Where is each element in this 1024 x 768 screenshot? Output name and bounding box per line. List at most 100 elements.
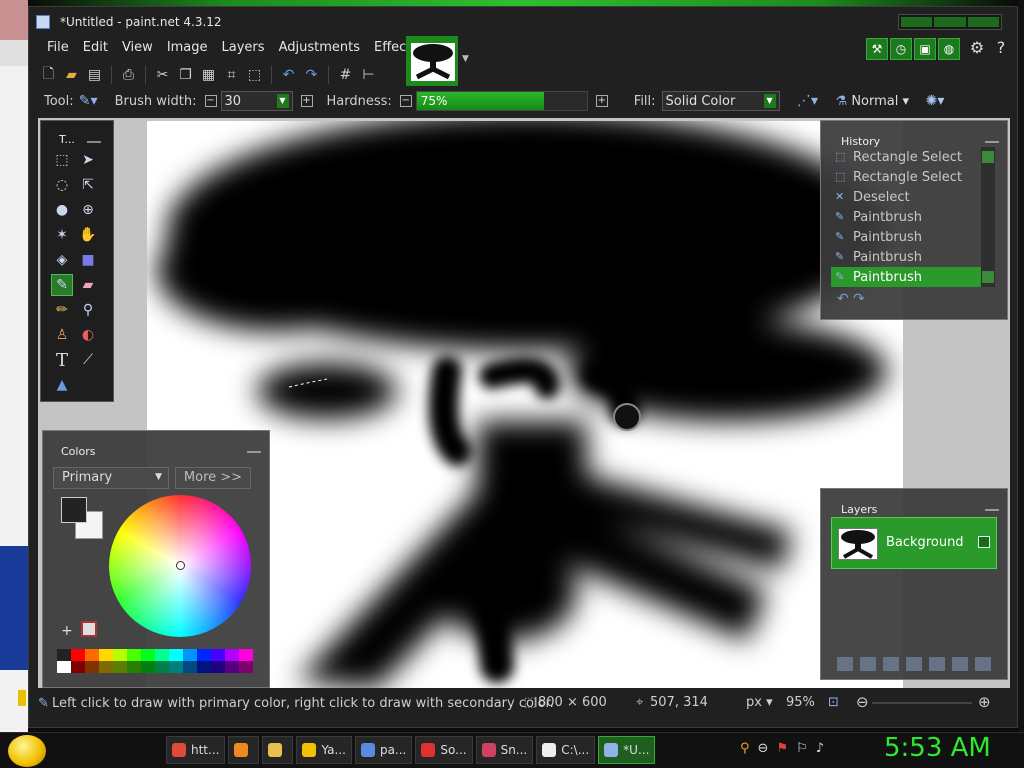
zoom-in-icon[interactable]: ⊕ [978,693,991,711]
brush-width-decrease-button[interactable]: − [204,95,217,107]
taskbar-button[interactable]: So... [415,736,473,764]
move-selected-tool-icon[interactable]: ➤ [77,149,99,171]
search-icon[interactable]: ⚲ [740,741,750,756]
fill-mode-select[interactable]: Solid Color ▼ [661,91,780,111]
brush-width-dropdown-icon[interactable]: ▼ [276,94,289,108]
colors-toggle-icon[interactable]: ◍ [938,38,960,60]
history-item[interactable]: ✎ Paintbrush [831,267,989,287]
close-button[interactable] [967,17,999,27]
color-wheel-selector[interactable] [176,561,185,570]
save-icon[interactable]: ▤ [86,67,103,84]
duplicate-layer-icon[interactable] [883,657,899,671]
minimize-button[interactable] [901,17,933,27]
deselect-icon[interactable]: ⬚ [246,67,263,84]
taskbar-button[interactable] [262,736,294,764]
add-to-palette-icon[interactable]: + [61,623,77,639]
layer-item[interactable]: Background [831,517,997,569]
paint-bucket-tool-icon[interactable]: ◈ [51,249,73,271]
color-picker-tool-icon[interactable]: ⚲ [77,299,99,321]
window-controls[interactable] [898,14,1002,30]
text-tool-icon[interactable]: T [51,349,73,371]
menu-edit[interactable]: Edit [76,38,115,62]
pencil-tool-icon[interactable]: ✏ [51,299,73,321]
history-item[interactable]: ⬚ Rectangle Select [831,147,989,167]
brush-width-increase-button[interactable]: + [300,95,313,107]
crop-icon[interactable]: ⌗ [223,67,240,84]
fill-dropdown-icon[interactable]: ▼ [763,94,776,108]
pan-tool-icon[interactable]: ✋ [77,224,99,246]
taskbar-button[interactable]: *U... [598,736,656,764]
print-icon[interactable]: ⎙ [120,67,137,84]
move-layer-up-icon[interactable] [929,657,945,671]
image-list-dropdown-icon[interactable]: ▼ [462,54,472,64]
scroll-down-icon[interactable] [982,271,994,283]
zoom-to-window-icon[interactable]: ⊡ [828,695,839,710]
merge-layer-down-icon[interactable] [906,657,922,671]
taskbar-button[interactable]: pa... [354,736,413,764]
add-layer-icon[interactable] [837,657,853,671]
zoom-level[interactable]: 95% [786,695,815,710]
open-file-icon[interactable]: ▰ [63,67,80,84]
zoom-slider[interactable] [872,702,972,704]
shapes-tool-icon[interactable]: ▲ [51,374,73,396]
hardness-increase-button[interactable]: + [595,95,608,107]
clone-stamp-tool-icon[interactable]: ♙ [51,324,73,346]
move-layer-down-icon[interactable] [952,657,968,671]
color-mode-select[interactable]: Primary ▼ [53,467,169,489]
more-colors-button[interactable]: More >> [175,467,251,489]
color-palette[interactable] [57,649,253,673]
current-tool-paintbrush-icon[interactable]: ✎▾ [79,93,98,110]
layer-visibility-checkbox[interactable] [978,536,990,548]
taskbar-button[interactable]: Ya... [296,736,352,764]
magic-wand-tool-icon[interactable]: ✶ [51,224,73,246]
zoom-out-icon[interactable]: ⊖ [856,693,869,711]
image-tab-thumbnail[interactable] [406,36,458,86]
menu-file[interactable]: File [40,38,76,62]
redo-icon[interactable]: ↷ [303,67,320,84]
undo-icon[interactable]: ↶ [280,67,297,84]
menu-adjustments[interactable]: Adjustments [272,38,367,62]
selection-quality-icon[interactable]: ✺▾ [921,93,949,110]
start-button-smiley-icon[interactable] [8,735,46,767]
delete-layer-icon[interactable] [860,657,876,671]
blend-mode-select[interactable]: ⚗ Normal ▾ [836,94,910,109]
taskbar-button[interactable]: Sn... [475,736,534,764]
grid-icon[interactable]: # [337,67,354,84]
hardness-slider[interactable]: 75% [415,91,588,111]
volume-icon[interactable]: ♪ [816,741,824,756]
hardness-decrease-button[interactable]: − [399,95,412,107]
history-item[interactable]: ✎ Paintbrush [831,247,989,267]
zoom-tool-icon[interactable]: ⊕ [77,199,99,221]
paintbrush-tool-icon[interactable]: ✎ [51,274,73,296]
copy-icon[interactable]: ❐ [177,67,194,84]
primary-color-swatch[interactable] [61,497,87,523]
layers-panel-minimize[interactable] [985,509,999,511]
gradient-tool-icon[interactable]: ■ [77,249,99,271]
menu-layers[interactable]: Layers [215,38,272,62]
units-select[interactable]: px ▾ [746,695,773,710]
network-blocked-icon[interactable]: ⚑ [776,741,788,756]
new-file-icon[interactable]: 🗋 [40,66,57,84]
tools-toggle-icon[interactable]: ⚒ [866,38,888,60]
menu-image[interactable]: Image [160,38,215,62]
maximize-button[interactable] [934,17,966,27]
history-toggle-icon[interactable]: ◷ [890,38,912,60]
settings-gear-icon[interactable]: ⚙ [966,38,988,60]
paste-icon[interactable]: ▦ [200,67,217,84]
lasso-select-tool-icon[interactable]: ◌ [51,174,73,196]
minus-circle-icon[interactable]: ⊖ [758,741,769,756]
brush-width-input[interactable]: 30 ▼ [220,91,293,111]
palette-menu-icon[interactable] [81,621,97,637]
layers-toggle-icon[interactable]: ▣ [914,38,936,60]
colors-panel-minimize[interactable] [247,451,261,453]
layer-properties-icon[interactable] [975,657,991,671]
taskbar-button[interactable]: htt... [166,736,226,764]
history-undo-redo-icon[interactable]: ↶ ↷ [837,291,865,307]
move-selection-tool-icon[interactable]: ⇱ [77,174,99,196]
cut-icon[interactable]: ✂ [154,67,171,84]
antialiasing-icon[interactable]: ⋰▾ [794,93,822,110]
eraser-tool-icon[interactable]: ▰ [77,274,99,296]
line-curve-tool-icon[interactable]: ⟋ [77,349,99,371]
scroll-up-icon[interactable] [982,151,994,163]
tools-panel-minimize[interactable] [87,141,101,143]
